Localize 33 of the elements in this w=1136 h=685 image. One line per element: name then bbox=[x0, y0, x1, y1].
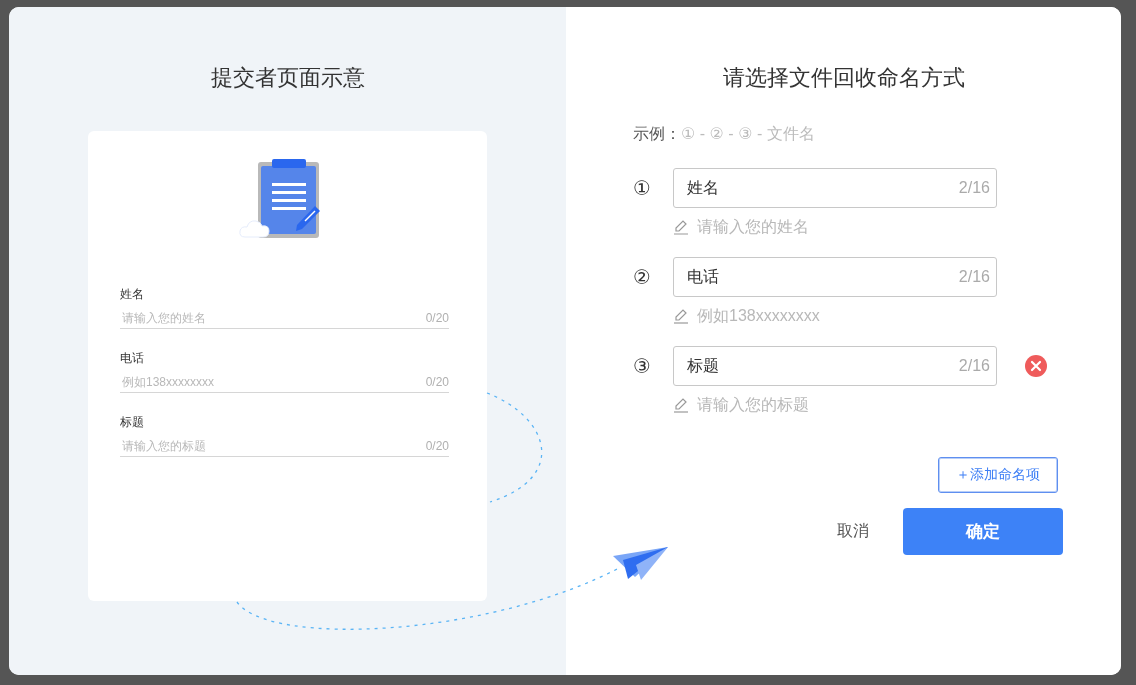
example-pattern: ① - ② - ③ - 文件名 bbox=[681, 125, 815, 142]
char-counter: 2/16 bbox=[958, 357, 990, 375]
field-label: 标题 bbox=[120, 414, 145, 430]
preview-title: 提交者页面示意 bbox=[210, 64, 365, 92]
hint-text: 例如138xxxxxxxx bbox=[697, 305, 820, 326]
cancel-button[interactable]: 取消 bbox=[837, 521, 869, 542]
hint-text: 请输入您的标题 bbox=[697, 394, 809, 415]
char-counter: 2/16 bbox=[958, 179, 990, 197]
item-number: ③ bbox=[633, 354, 652, 378]
char-counter: 0/20 bbox=[425, 375, 449, 389]
confirm-button[interactable]: 确定 bbox=[903, 508, 1063, 555]
char-counter: 0/20 bbox=[425, 439, 449, 453]
char-counter: 0/20 bbox=[425, 311, 449, 325]
text-input[interactable]: 请输入您的姓名 bbox=[120, 311, 426, 325]
example-label: 示例： bbox=[633, 125, 681, 142]
char-counter: 2/16 bbox=[958, 268, 990, 286]
field-label: 姓名 bbox=[120, 286, 145, 302]
remove-icon[interactable] bbox=[1025, 355, 1047, 377]
dialog-title: 请选择文件回收命名方式 bbox=[721, 64, 966, 92]
pencil-icon bbox=[673, 219, 689, 235]
pencil-icon bbox=[673, 397, 689, 413]
text-input[interactable]: 例如138xxxxxxxx bbox=[120, 375, 426, 389]
name-input-field[interactable]: 姓名 2/16 bbox=[673, 168, 997, 208]
name-input-field[interactable]: 标题 2/16 bbox=[673, 346, 997, 386]
text-input[interactable]: 请输入您的标题 bbox=[120, 439, 426, 453]
name-input-field[interactable]: 电话 2/16 bbox=[673, 257, 997, 297]
field-label: 电话 bbox=[120, 350, 145, 366]
pencil-icon bbox=[673, 308, 689, 324]
item-number: ② bbox=[633, 265, 652, 289]
hint-text: 请输入您的姓名 bbox=[697, 216, 809, 237]
add-item-button[interactable]: ＋添加命名项 bbox=[938, 457, 1058, 493]
paper-plane-icon bbox=[613, 547, 668, 580]
item-number: ① bbox=[633, 176, 652, 200]
